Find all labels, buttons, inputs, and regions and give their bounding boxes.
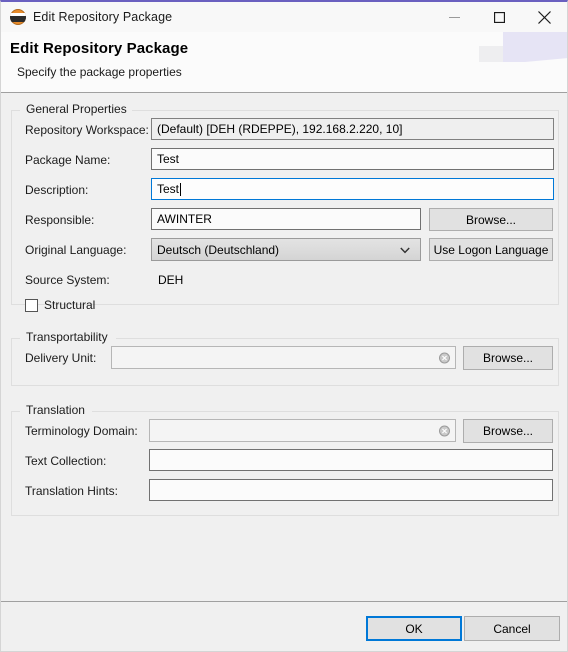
ok-button[interactable]: OK — [366, 616, 462, 641]
group-top-line — [116, 338, 558, 339]
package-name-label: Package Name: — [25, 153, 111, 167]
dialog-header: Edit Repository Package Specify the pack… — [1, 32, 567, 93]
hana-package-icon — [10, 9, 26, 25]
repository-workspace-value: (Default) [DEH (RDEPPE), 192.168.2.220, … — [157, 122, 403, 136]
package-name-input[interactable]: Test — [151, 148, 554, 170]
repository-workspace-field[interactable]: (Default) [DEH (RDEPPE), 192.168.2.220, … — [151, 118, 554, 140]
translation-hints-label: Translation Hints: — [25, 484, 118, 498]
description-label: Description: — [25, 183, 89, 197]
minimize-icon — [449, 16, 460, 18]
minimize-button[interactable] — [432, 2, 477, 32]
delivery-unit-browse-button[interactable]: Browse... — [463, 346, 553, 370]
cancel-button[interactable]: Cancel — [464, 616, 560, 641]
text-collection-input[interactable] — [149, 449, 553, 471]
translation-legend: Translation — [23, 403, 88, 417]
original-language-value: Deutsch (Deutschland) — [157, 242, 280, 257]
original-language-label: Original Language: — [25, 243, 127, 257]
page-subtitle: Specify the package properties — [17, 65, 182, 79]
maximize-icon — [494, 11, 505, 23]
maximize-button[interactable] — [477, 2, 522, 32]
source-system-label: Source System: — [25, 273, 110, 287]
delivery-unit-input[interactable] — [111, 346, 456, 369]
repository-workspace-label: Repository Workspace: — [25, 123, 149, 137]
responsible-label: Responsible: — [25, 213, 95, 227]
terminology-domain-label: Terminology Domain: — [25, 424, 138, 438]
group-top-line — [132, 110, 558, 111]
structural-checkbox-row[interactable]: Structural — [25, 298, 95, 312]
header-band-lavender — [503, 32, 567, 62]
clear-field-icon[interactable] — [439, 425, 450, 436]
text-collection-label: Text Collection: — [25, 454, 107, 468]
edit-repository-package-dialog: Edit Repository Package Edit Repository … — [0, 0, 568, 652]
original-language-select[interactable]: Deutsch (Deutschland) — [151, 238, 421, 261]
window-title: Edit Repository Package — [33, 10, 173, 24]
translation-hints-input[interactable] — [149, 479, 553, 501]
header-decoration — [467, 32, 567, 62]
general-properties-legend: General Properties — [23, 102, 130, 116]
dialog-footer: OK Cancel — [1, 601, 567, 651]
close-button[interactable] — [522, 2, 567, 32]
description-value: Test — [157, 182, 180, 196]
window-controls — [432, 2, 567, 32]
terminology-domain-browse-button[interactable]: Browse... — [463, 419, 553, 443]
delivery-unit-label: Delivery Unit: — [25, 351, 97, 365]
text-caret — [180, 182, 182, 196]
chevron-down-icon — [400, 243, 410, 257]
close-icon — [538, 10, 551, 24]
responsible-value: AWINTER — [157, 212, 212, 226]
group-top-line — [92, 411, 558, 412]
responsible-browse-button[interactable]: Browse... — [429, 208, 553, 231]
title-bar: Edit Repository Package — [1, 2, 567, 32]
transportability-legend: Transportability — [23, 330, 111, 344]
structural-label: Structural — [44, 298, 96, 312]
terminology-domain-input[interactable] — [149, 419, 456, 442]
structural-checkbox[interactable] — [25, 298, 38, 312]
source-system-value: DEH — [158, 273, 184, 287]
package-name-value: Test — [157, 152, 180, 166]
clear-field-icon[interactable] — [439, 352, 450, 363]
dialog-body: General Properties Repository Workspace:… — [1, 93, 567, 601]
use-logon-language-button[interactable]: Use Logon Language — [429, 238, 553, 261]
responsible-input[interactable]: AWINTER — [151, 208, 421, 230]
description-input[interactable]: Test — [151, 178, 554, 200]
page-title: Edit Repository Package — [10, 40, 189, 57]
